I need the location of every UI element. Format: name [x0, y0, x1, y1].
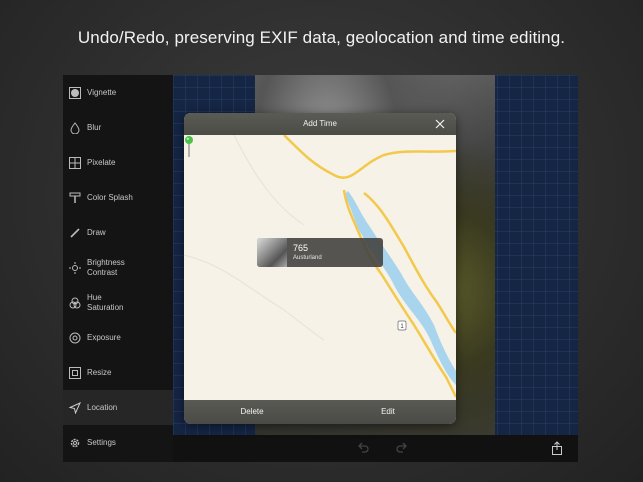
sidebar-item-label: Hue Saturation	[87, 292, 124, 312]
share-icon[interactable]	[550, 441, 564, 455]
north-road	[283, 135, 456, 179]
callout-subtitle: Austurland	[293, 255, 322, 261]
sidebar-item-color-splash[interactable]: Color Splash	[63, 180, 173, 215]
lake-shape	[344, 191, 456, 385]
dialog-title: Add Time	[303, 119, 337, 128]
sidebar-item-label: Color Splash	[87, 193, 133, 202]
undo-icon[interactable]	[356, 441, 370, 455]
map-view[interactable]: 1 765 Austurland	[184, 135, 456, 400]
location-arrow-icon	[69, 401, 81, 414]
sidebar-item-label: Settings	[87, 438, 116, 447]
blur-drop-icon	[69, 121, 81, 134]
sidebar-item-resize[interactable]: Resize	[63, 355, 173, 390]
delete-button[interactable]: Delete	[184, 400, 320, 424]
pencil-icon	[69, 227, 81, 239]
sidebar-item-label: Pixelate	[87, 158, 116, 167]
sidebar-item-label: Vignette	[87, 88, 117, 97]
aperture-icon	[69, 332, 81, 344]
resize-icon	[69, 366, 81, 379]
close-icon[interactable]	[434, 118, 446, 130]
minor-road-2	[233, 135, 305, 226]
sidebar-item-blur[interactable]: Blur	[63, 110, 173, 145]
dialog-footer: Delete Edit	[184, 400, 456, 424]
sidebar-item-brightness-contrast[interactable]: Brightness Contrast	[63, 250, 173, 285]
gear-icon	[69, 437, 81, 449]
color-splash-brush-icon	[69, 192, 81, 204]
pixelate-grid-icon	[69, 156, 81, 169]
sidebar-item-label: Exposure	[87, 333, 121, 342]
color-circles-icon	[69, 297, 81, 309]
sidebar-item-draw[interactable]: Draw	[63, 215, 173, 250]
minor-road	[184, 254, 325, 341]
redo-icon[interactable]	[395, 441, 409, 455]
sidebar-item-hue-saturation[interactable]: Hue Saturation	[63, 285, 173, 320]
caption: Undo/Redo, preserving EXIF data, geoloca…	[77, 28, 566, 47]
map-graphic: 1	[184, 135, 456, 398]
edit-button[interactable]: Edit	[320, 400, 456, 424]
tool-sidebar: Vignette Blur Pixelate Color Splash Draw…	[63, 75, 173, 462]
sidebar-item-label: Location	[87, 403, 118, 412]
sidebar-item-exposure[interactable]: Exposure	[63, 320, 173, 355]
sidebar-item-label: Draw	[87, 228, 106, 237]
sidebar-item-label: Blur	[87, 123, 102, 132]
sun-icon	[69, 261, 81, 274]
photo-thumbnail	[257, 238, 287, 267]
map-pin-icon[interactable]	[184, 135, 194, 157]
sidebar-item-pixelate[interactable]: Pixelate	[63, 145, 173, 180]
bottom-toolbar	[173, 435, 578, 462]
add-time-dialog: Add Time 1 765 Austurland Delete Edit	[184, 113, 456, 424]
callout-title: 765	[293, 243, 309, 253]
location-callout[interactable]: 765 Austurland	[257, 238, 383, 267]
dialog-header: Add Time	[184, 113, 456, 135]
sidebar-item-settings[interactable]: Settings	[63, 425, 173, 460]
sidebar-item-vignette[interactable]: Vignette	[63, 75, 173, 110]
vignette-icon	[69, 86, 81, 99]
sidebar-item-location[interactable]: Location	[63, 390, 173, 425]
sidebar-item-label: Brightness Contrast	[87, 257, 125, 277]
sidebar-item-label: Resize	[87, 368, 112, 377]
